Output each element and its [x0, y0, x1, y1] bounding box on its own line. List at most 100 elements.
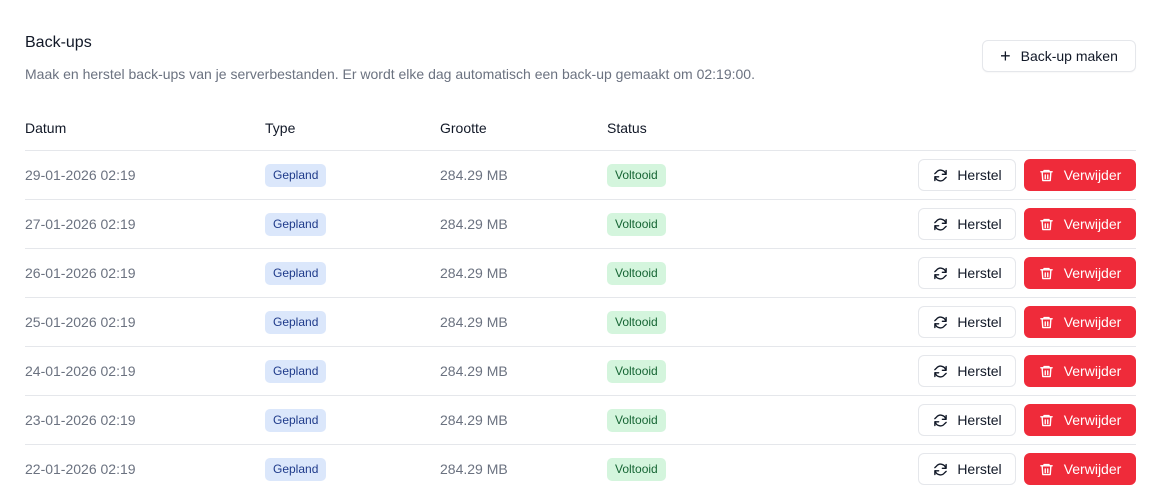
refresh-icon	[932, 216, 948, 232]
trash-icon	[1039, 363, 1055, 379]
row-actions: Herstel Verwijder	[918, 249, 1136, 297]
refresh-icon	[932, 363, 948, 379]
backup-size: 284.29 MB	[440, 167, 508, 183]
type-badge: Gepland	[265, 359, 327, 383]
status-cell: Voltooid	[607, 151, 666, 199]
delete-label: Verwijder	[1063, 216, 1122, 232]
status-badge: Voltooid	[607, 408, 666, 432]
delete-button[interactable]: Verwijder	[1024, 404, 1136, 436]
column-header-status: Status	[607, 120, 647, 136]
refresh-icon	[932, 461, 948, 477]
type-cell: Gepland	[265, 249, 327, 297]
page-title: Back-ups	[25, 34, 92, 51]
restore-label: Herstel	[957, 216, 1002, 232]
table-row: 22-01-2026 02:19 Gepland 284.29 MB Voltooid…	[25, 445, 1136, 493]
backup-date: 24-01-2026 02:19	[25, 363, 136, 379]
type-cell: Gepland	[265, 200, 327, 248]
backup-date: 27-01-2026 02:19	[25, 216, 136, 232]
table-row: 27-01-2026 02:19 Gepland 284.29 MB Voltooid…	[25, 200, 1136, 249]
restore-button[interactable]: Herstel	[918, 404, 1016, 436]
table-row: 29-01-2026 02:19 Gepland 284.29 MB Voltooid…	[25, 151, 1136, 200]
restore-button[interactable]: Herstel	[918, 453, 1016, 485]
delete-label: Verwijder	[1063, 412, 1122, 428]
type-cell: Gepland	[265, 445, 327, 493]
trash-icon	[1039, 167, 1055, 183]
status-badge: Voltooid	[607, 359, 666, 383]
status-badge: Voltooid	[607, 310, 666, 334]
plus-icon: +	[1000, 45, 1011, 66]
trash-icon	[1039, 412, 1055, 428]
table-row: 25-01-2026 02:19 Gepland 284.29 MB Voltooid…	[25, 298, 1136, 347]
status-badge: Voltooid	[607, 457, 666, 481]
status-cell: Voltooid	[607, 249, 666, 297]
delete-button[interactable]: Verwijder	[1024, 208, 1136, 240]
refresh-icon	[932, 167, 948, 183]
trash-icon	[1039, 314, 1055, 330]
status-cell: Voltooid	[607, 298, 666, 346]
backup-date: 25-01-2026 02:19	[25, 314, 136, 330]
delete-button[interactable]: Verwijder	[1024, 159, 1136, 191]
backup-date: 23-01-2026 02:19	[25, 412, 136, 428]
type-badge: Gepland	[265, 212, 327, 236]
type-badge: Gepland	[265, 408, 327, 432]
backup-date: 22-01-2026 02:19	[25, 461, 136, 477]
backup-size: 284.29 MB	[440, 461, 508, 477]
backup-size: 284.29 MB	[440, 314, 508, 330]
delete-label: Verwijder	[1063, 167, 1122, 183]
restore-label: Herstel	[957, 363, 1002, 379]
refresh-icon	[932, 265, 948, 281]
restore-label: Herstel	[957, 167, 1002, 183]
page-subtitle: Maak en herstel back-ups van je serverbe…	[25, 66, 755, 82]
restore-button[interactable]: Herstel	[918, 208, 1016, 240]
restore-button[interactable]: Herstel	[918, 355, 1016, 387]
delete-button[interactable]: Verwijder	[1024, 355, 1136, 387]
backup-size: 284.29 MB	[440, 363, 508, 379]
backup-size: 284.29 MB	[440, 265, 508, 281]
column-header-type: Type	[265, 120, 296, 136]
type-cell: Gepland	[265, 347, 327, 395]
row-actions: Herstel Verwijder	[918, 151, 1136, 199]
backups-header: Back-ups Maak en herstel back-ups van je…	[25, 33, 755, 83]
restore-button[interactable]: Herstel	[918, 257, 1016, 289]
status-cell: Voltooid	[607, 396, 666, 444]
row-actions: Herstel Verwijder	[918, 396, 1136, 444]
delete-button[interactable]: Verwijder	[1024, 257, 1136, 289]
type-badge: Gepland	[265, 261, 327, 285]
make-backup-button[interactable]: + Back-up maken	[982, 40, 1136, 72]
backup-date: 26-01-2026 02:19	[25, 265, 136, 281]
make-backup-label: Back-up maken	[1020, 48, 1118, 64]
status-cell: Voltooid	[607, 200, 666, 248]
restore-label: Herstel	[957, 265, 1002, 281]
restore-label: Herstel	[957, 412, 1002, 428]
type-cell: Gepland	[265, 396, 327, 444]
restore-button[interactable]: Herstel	[918, 306, 1016, 338]
backups-panel: Back-ups Maak en herstel back-ups van je…	[0, 0, 1156, 493]
delete-label: Verwijder	[1063, 314, 1122, 330]
row-actions: Herstel Verwijder	[918, 200, 1136, 248]
row-actions: Herstel Verwijder	[918, 347, 1136, 395]
trash-icon	[1039, 265, 1055, 281]
restore-button[interactable]: Herstel	[918, 159, 1016, 191]
column-header-size: Grootte	[440, 120, 487, 136]
status-cell: Voltooid	[607, 347, 666, 395]
delete-button[interactable]: Verwijder	[1024, 306, 1136, 338]
status-badge: Voltooid	[607, 212, 666, 236]
table-row: 26-01-2026 02:19 Gepland 284.29 MB Voltooid…	[25, 249, 1136, 298]
table-body: 29-01-2026 02:19 Gepland 284.29 MB Voltooid…	[25, 151, 1136, 493]
trash-icon	[1039, 461, 1055, 477]
delete-label: Verwijder	[1063, 363, 1122, 379]
row-actions: Herstel Verwijder	[918, 445, 1136, 493]
backups-table: Datum Type Grootte Status 29-01-2026 02:…	[25, 105, 1136, 493]
type-badge: Gepland	[265, 310, 327, 334]
type-badge: Gepland	[265, 163, 327, 187]
table-header: Datum Type Grootte Status	[25, 105, 1136, 151]
refresh-icon	[932, 412, 948, 428]
delete-button[interactable]: Verwijder	[1024, 453, 1136, 485]
column-header-date: Datum	[25, 120, 67, 136]
type-cell: Gepland	[265, 151, 327, 199]
delete-label: Verwijder	[1063, 265, 1122, 281]
type-cell: Gepland	[265, 298, 327, 346]
type-badge: Gepland	[265, 457, 327, 481]
trash-icon	[1039, 216, 1055, 232]
backup-size: 284.29 MB	[440, 412, 508, 428]
